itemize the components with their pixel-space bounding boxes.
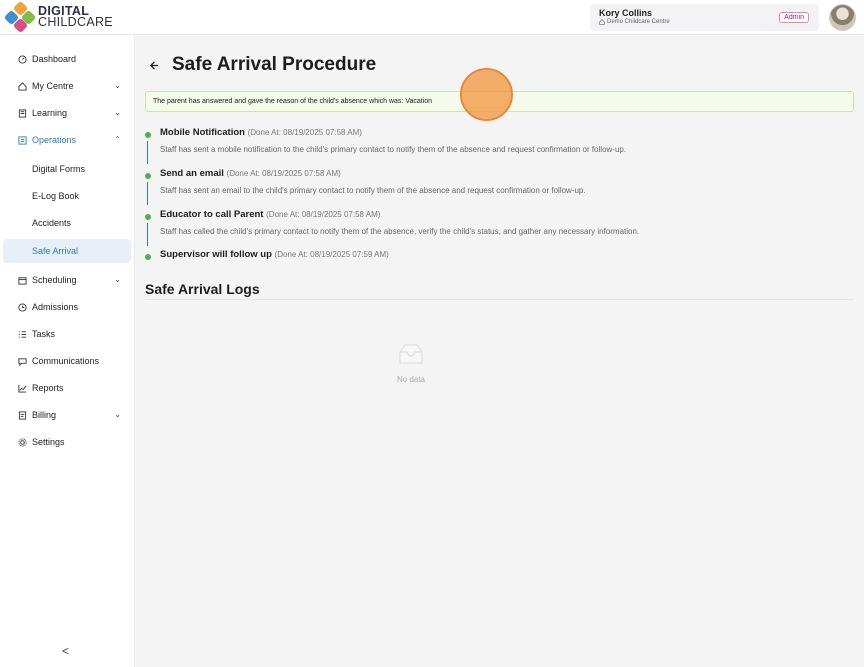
chevron-down-icon: ⌄ xyxy=(114,108,121,117)
section-divider xyxy=(145,299,854,300)
step-done-at: (Done At: 08/19/2025 07:59 AM) xyxy=(274,250,389,259)
logo-line2: CHILDCARE xyxy=(38,15,113,29)
sidebar: Dashboard My Centre ⌄ Learning ⌄ Operati… xyxy=(0,35,135,667)
app-logo[interactable]: DIGITAL CHILDCARE xyxy=(3,0,113,34)
sidebar-item-settings[interactable]: Settings xyxy=(3,430,131,454)
sidebar-item-label: Learning xyxy=(32,108,68,118)
step-title-text: Send an email xyxy=(160,168,224,179)
sidebar-subitem-digital-forms[interactable]: Digital Forms xyxy=(3,157,131,181)
chevron-down-icon: ⌄ xyxy=(114,410,121,419)
step-complete-dot xyxy=(145,214,151,220)
step-description: Staff has sent a mobile notification to … xyxy=(160,145,627,154)
top-header: DIGITAL CHILDCARE Kory Collins Demo Chil… xyxy=(0,0,864,35)
sidebar-item-label: Settings xyxy=(32,437,65,447)
step-description: Staff has sent an email to the child's p… xyxy=(160,186,586,195)
sidebar-item-communications[interactable]: Communications xyxy=(3,349,131,373)
step-title: Mobile Notification (Done At: 08/19/2025… xyxy=(160,127,362,138)
sidebar-item-label: Admissions xyxy=(32,302,79,312)
empty-inbox-icon xyxy=(399,344,423,364)
operations-icon xyxy=(17,135,27,145)
timeline-connector xyxy=(147,223,148,246)
sidebar-item-label: Dashboard xyxy=(32,54,77,64)
step-complete-dot xyxy=(145,132,151,138)
chart-icon xyxy=(17,383,27,393)
section-title-safe-arrival-logs: Safe Arrival Logs xyxy=(145,281,260,297)
book-icon xyxy=(17,108,27,118)
tasks-icon xyxy=(17,329,27,339)
sidebar-item-admissions[interactable]: Admissions xyxy=(3,295,131,319)
sidebar-subitem-safe-arrival[interactable]: Safe Arrival xyxy=(3,239,131,263)
step-complete-dot xyxy=(145,254,151,260)
user-card[interactable]: Kory Collins Demo Childcare Centre Admin xyxy=(590,4,819,31)
step-title: Send an email (Done At: 08/19/2025 07:58… xyxy=(160,168,341,179)
chevron-down-icon: ⌄ xyxy=(114,81,121,90)
role-badge: Admin xyxy=(779,12,809,23)
user-centre-label: Demo Childcare Centre xyxy=(607,19,670,25)
sidebar-subitem-e-log-book[interactable]: E-Log Book xyxy=(3,184,131,208)
home-small-icon xyxy=(599,19,605,25)
user-centre: Demo Childcare Centre xyxy=(599,19,670,25)
sidebar-item-scheduling[interactable]: Scheduling ⌄ xyxy=(3,268,131,292)
step-done-at: (Done At: 08/19/2025 07:58 AM) xyxy=(266,210,381,219)
chat-icon xyxy=(17,356,27,366)
empty-state-text: No data xyxy=(396,375,426,384)
sidebar-item-learning[interactable]: Learning ⌄ xyxy=(3,101,131,125)
step-complete-dot xyxy=(145,173,151,179)
sidebar-item-label: Reports xyxy=(32,383,64,393)
sidebar-item-label: Communications xyxy=(32,356,100,366)
calendar-icon xyxy=(17,275,27,285)
step-title-text: Educator to call Parent xyxy=(160,209,264,220)
avatar[interactable] xyxy=(829,4,856,31)
user-name: Kory Collins xyxy=(599,8,653,18)
sidebar-item-label: My Centre xyxy=(32,81,74,91)
step-description: Staff has called the child's primary con… xyxy=(160,227,640,236)
chevron-up-icon: ⌃ xyxy=(114,135,121,144)
sidebar-item-reports[interactable]: Reports xyxy=(3,376,131,400)
sidebar-item-label: Operations xyxy=(32,135,77,145)
sidebar-item-dashboard[interactable]: Dashboard xyxy=(3,47,131,71)
gear-icon xyxy=(17,437,27,447)
cursor-highlight xyxy=(460,68,513,121)
chevron-down-icon: ⌄ xyxy=(114,275,121,284)
step-done-at: (Done At: 08/19/2025 07:58 AM) xyxy=(226,169,341,178)
sidebar-item-label: Billing xyxy=(32,410,57,420)
collapse-sidebar-button[interactable]: < xyxy=(62,644,69,658)
step-done-at: (Done At: 08/19/2025 07:58 AM) xyxy=(247,128,362,137)
sidebar-item-operations[interactable]: Operations ⌃ xyxy=(3,128,131,152)
timeline-connector xyxy=(147,182,148,205)
back-arrow-button[interactable] xyxy=(146,57,162,73)
step-title: Educator to call Parent (Done At: 08/19/… xyxy=(160,209,380,220)
sidebar-item-my-centre[interactable]: My Centre ⌄ xyxy=(3,74,131,98)
sidebar-item-billing[interactable]: Billing ⌄ xyxy=(3,403,131,427)
sidebar-item-label: Scheduling xyxy=(32,275,77,285)
puzzle-logo-icon xyxy=(3,0,37,34)
home-icon xyxy=(17,81,27,91)
sidebar-item-tasks[interactable]: Tasks xyxy=(3,322,131,346)
step-title-text: Supervisor will follow up xyxy=(160,249,272,260)
billing-icon xyxy=(17,410,27,420)
admissions-icon xyxy=(17,302,27,312)
step-title: Supervisor will follow up (Done At: 08/1… xyxy=(160,249,389,260)
timeline-connector xyxy=(147,141,148,164)
step-title-text: Mobile Notification xyxy=(160,127,245,138)
dashboard-icon xyxy=(17,54,27,64)
sidebar-item-label: Tasks xyxy=(32,329,56,339)
sidebar-subitem-accidents[interactable]: Accidents xyxy=(3,211,131,235)
page-title: Safe Arrival Procedure xyxy=(172,54,377,75)
arrow-left-icon xyxy=(149,60,158,70)
